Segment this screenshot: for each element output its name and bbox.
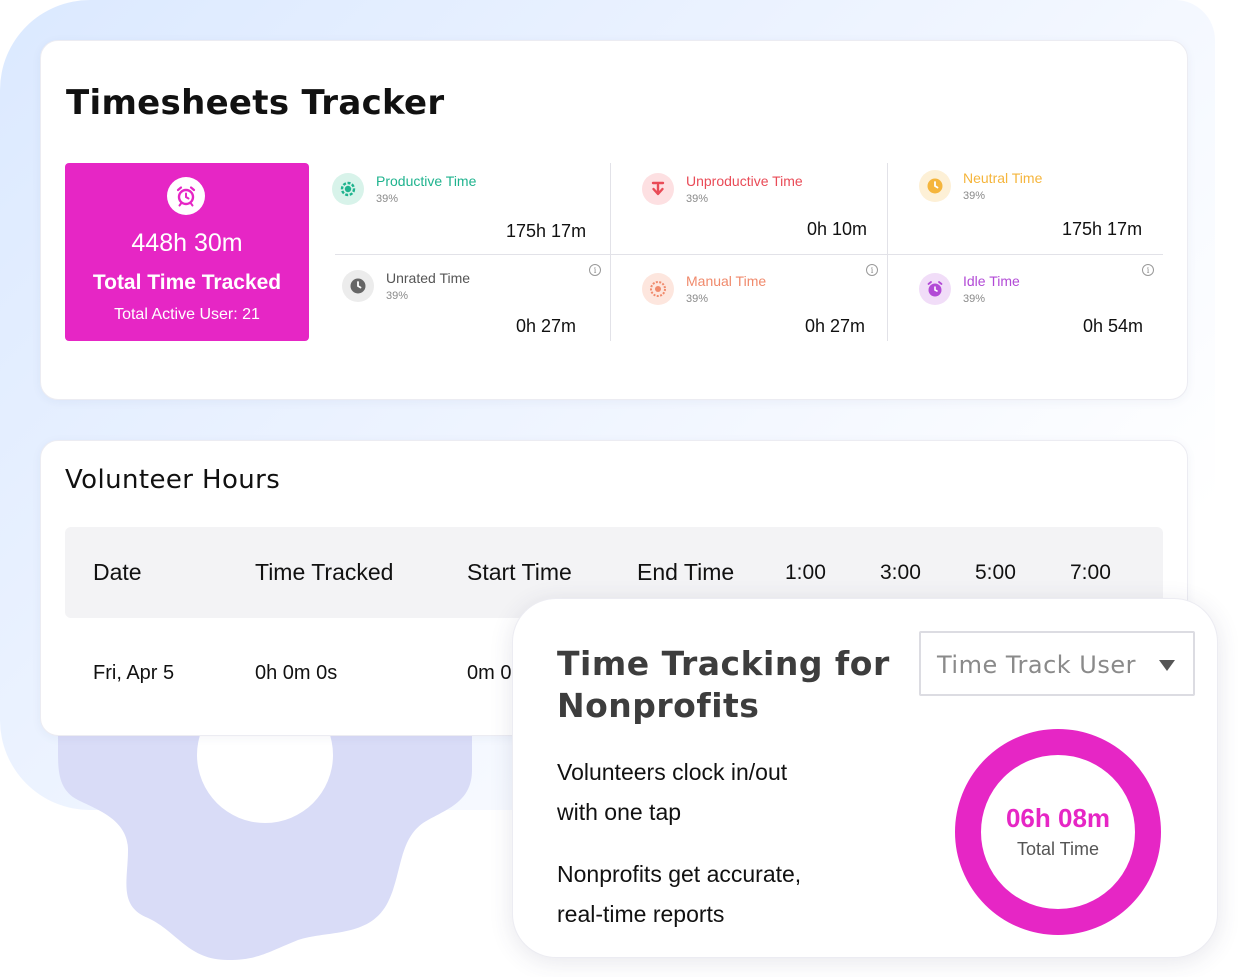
hand-icon: [642, 273, 674, 305]
caret-down-icon: [1159, 660, 1175, 671]
promo-text-line: with one tap: [557, 799, 682, 825]
column-header-time-tracked[interactable]: Time Tracked: [255, 559, 393, 586]
cell-time-tracked: 0h 0m 0s: [255, 662, 338, 684]
metric-percent: 39%: [963, 293, 986, 305]
cell-start-time: 0m 0: [467, 662, 512, 684]
metric-name: Neutral Time: [963, 170, 1043, 186]
column-header-hour: 1:00: [785, 561, 826, 584]
metric-value: 0h 10m: [807, 219, 868, 239]
total-time-label: Total Time Tracked: [92, 271, 282, 294]
gear-clock-icon: [332, 173, 364, 205]
promo-title: Time Tracking for Nonprofits: [557, 644, 890, 725]
metric-name: Productive Time: [376, 173, 477, 189]
column-header-hour: 3:00: [880, 561, 921, 584]
user-select-dropdown[interactable]: Time Track User: [919, 631, 1195, 696]
metric-value: 0h 27m: [805, 316, 866, 336]
promo-text-line: real-time reports: [557, 901, 725, 927]
metric-value: 0h 54m: [1083, 316, 1144, 336]
metric-percent: 39%: [686, 193, 709, 205]
total-active-users: Total Active User: 21: [114, 306, 260, 323]
metric-percent: 39%: [963, 190, 986, 202]
column-header-hour: 5:00: [975, 561, 1016, 584]
metric-percent: 39%: [686, 293, 709, 305]
clock-icon: [342, 270, 374, 302]
column-header-date[interactable]: Date: [93, 559, 142, 586]
metric-percent: 39%: [376, 193, 399, 205]
nonprofit-promo-card: Time Tracking for Nonprofits Volunteers …: [512, 598, 1218, 958]
divider: [610, 163, 611, 341]
metric-name: Unproductive Time: [686, 173, 803, 189]
clock-icon: [919, 170, 951, 202]
metric-value: 175h 17m: [1062, 219, 1143, 239]
column-header-end-time[interactable]: End Time: [637, 559, 734, 586]
ring-value: 06h 08m: [1005, 803, 1111, 833]
metric-value: 175h 17m: [506, 221, 587, 241]
info-icon[interactable]: i: [1142, 264, 1154, 276]
alarm-clock-icon: [167, 177, 205, 215]
volunteer-title: Volunteer Hours: [65, 465, 281, 495]
column-header-hour: 7:00: [1070, 561, 1111, 584]
alarm-icon: [919, 273, 951, 305]
metric-name: Manual Time: [686, 273, 767, 289]
divider: [887, 163, 888, 341]
ring-label: Total Time: [1016, 839, 1100, 859]
promo-text-line: Volunteers clock in/out: [557, 759, 788, 785]
total-time-ring: 06h 08m Total Time: [955, 729, 1161, 935]
dropdown-value: Time Track User: [937, 651, 1136, 679]
arrow-down-icon: [642, 173, 674, 205]
metric-value: 0h 27m: [516, 316, 577, 336]
total-time-box[interactable]: 448h 30m Total Time Tracked Total Active…: [65, 163, 309, 341]
cell-date: Fri, Apr 5: [93, 662, 175, 684]
metric-name: Idle Time: [963, 273, 1020, 289]
promo-text-line: Nonprofits get accurate,: [557, 861, 802, 887]
metric-name: Unrated Time: [386, 270, 471, 286]
divider: [335, 254, 1163, 255]
metric-percent: 39%: [386, 290, 409, 302]
tracker-title: Timesheets Tracker: [66, 83, 445, 123]
info-icon[interactable]: i: [589, 264, 601, 276]
total-time-value: 448h 30m: [131, 229, 243, 257]
column-header-start-time[interactable]: Start Time: [467, 559, 572, 586]
info-icon[interactable]: i: [866, 264, 878, 276]
timesheets-tracker-card: Timesheets Tracker 448h 30m Total Time T…: [40, 40, 1188, 400]
